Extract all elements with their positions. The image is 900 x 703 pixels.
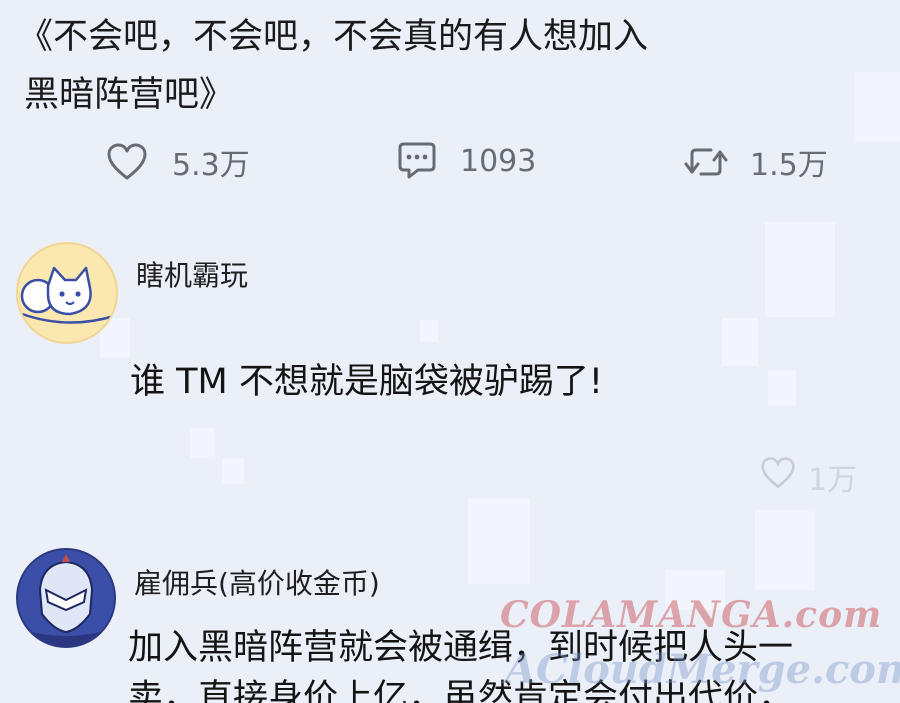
background-pattern bbox=[755, 510, 815, 590]
background-pattern bbox=[222, 458, 244, 484]
comment-like-count: 1万 bbox=[808, 463, 858, 498]
comment-count: 1093 bbox=[460, 143, 537, 179]
comment-bubble-icon bbox=[396, 140, 438, 182]
cat-avatar-icon bbox=[20, 266, 115, 324]
post-action-bar: 5.3万 1093 1.5万 bbox=[0, 140, 900, 190]
post-text-line-2: 黑暗阵营吧》 bbox=[24, 75, 235, 115]
watermark-bottom: ACloudMerge.com bbox=[505, 646, 900, 693]
comment-username[interactable]: 瞎机霸玩 bbox=[136, 254, 248, 294]
like-button[interactable]: 5.3万 bbox=[106, 140, 250, 184]
background-pattern bbox=[190, 428, 215, 458]
comment-button[interactable]: 1093 bbox=[396, 140, 536, 182]
comment-text: 谁 TM 不想就是脑袋被驴踢了! bbox=[130, 362, 603, 402]
comment-like-button[interactable]: 1万 bbox=[760, 455, 857, 499]
background-pattern bbox=[768, 370, 796, 406]
background-pattern bbox=[420, 320, 438, 342]
background-pattern bbox=[855, 72, 900, 142]
post-text-line-1: 《不会吧，不会吧，不会真的有人想加入 bbox=[18, 17, 649, 57]
repost-count: 1.5万 bbox=[750, 148, 828, 183]
background-pattern bbox=[722, 318, 758, 366]
avatar[interactable] bbox=[16, 242, 118, 344]
repost-icon bbox=[684, 142, 728, 182]
avatar[interactable] bbox=[16, 548, 116, 648]
heart-icon bbox=[106, 142, 148, 182]
post-text: 《不会吧，不会吧，不会真的有人想加入 黑暗阵营吧》 bbox=[18, 8, 778, 124]
heart-icon bbox=[760, 456, 796, 498]
comment-username[interactable]: 雇佣兵(高价收金币) bbox=[134, 562, 380, 602]
robot-avatar-icon bbox=[20, 552, 112, 646]
like-count: 5.3万 bbox=[172, 148, 250, 183]
repost-button[interactable]: 1.5万 bbox=[684, 140, 828, 184]
watermark-top: COLAMANGA.com bbox=[500, 594, 883, 636]
background-pattern bbox=[468, 498, 530, 584]
background-pattern bbox=[765, 222, 835, 317]
